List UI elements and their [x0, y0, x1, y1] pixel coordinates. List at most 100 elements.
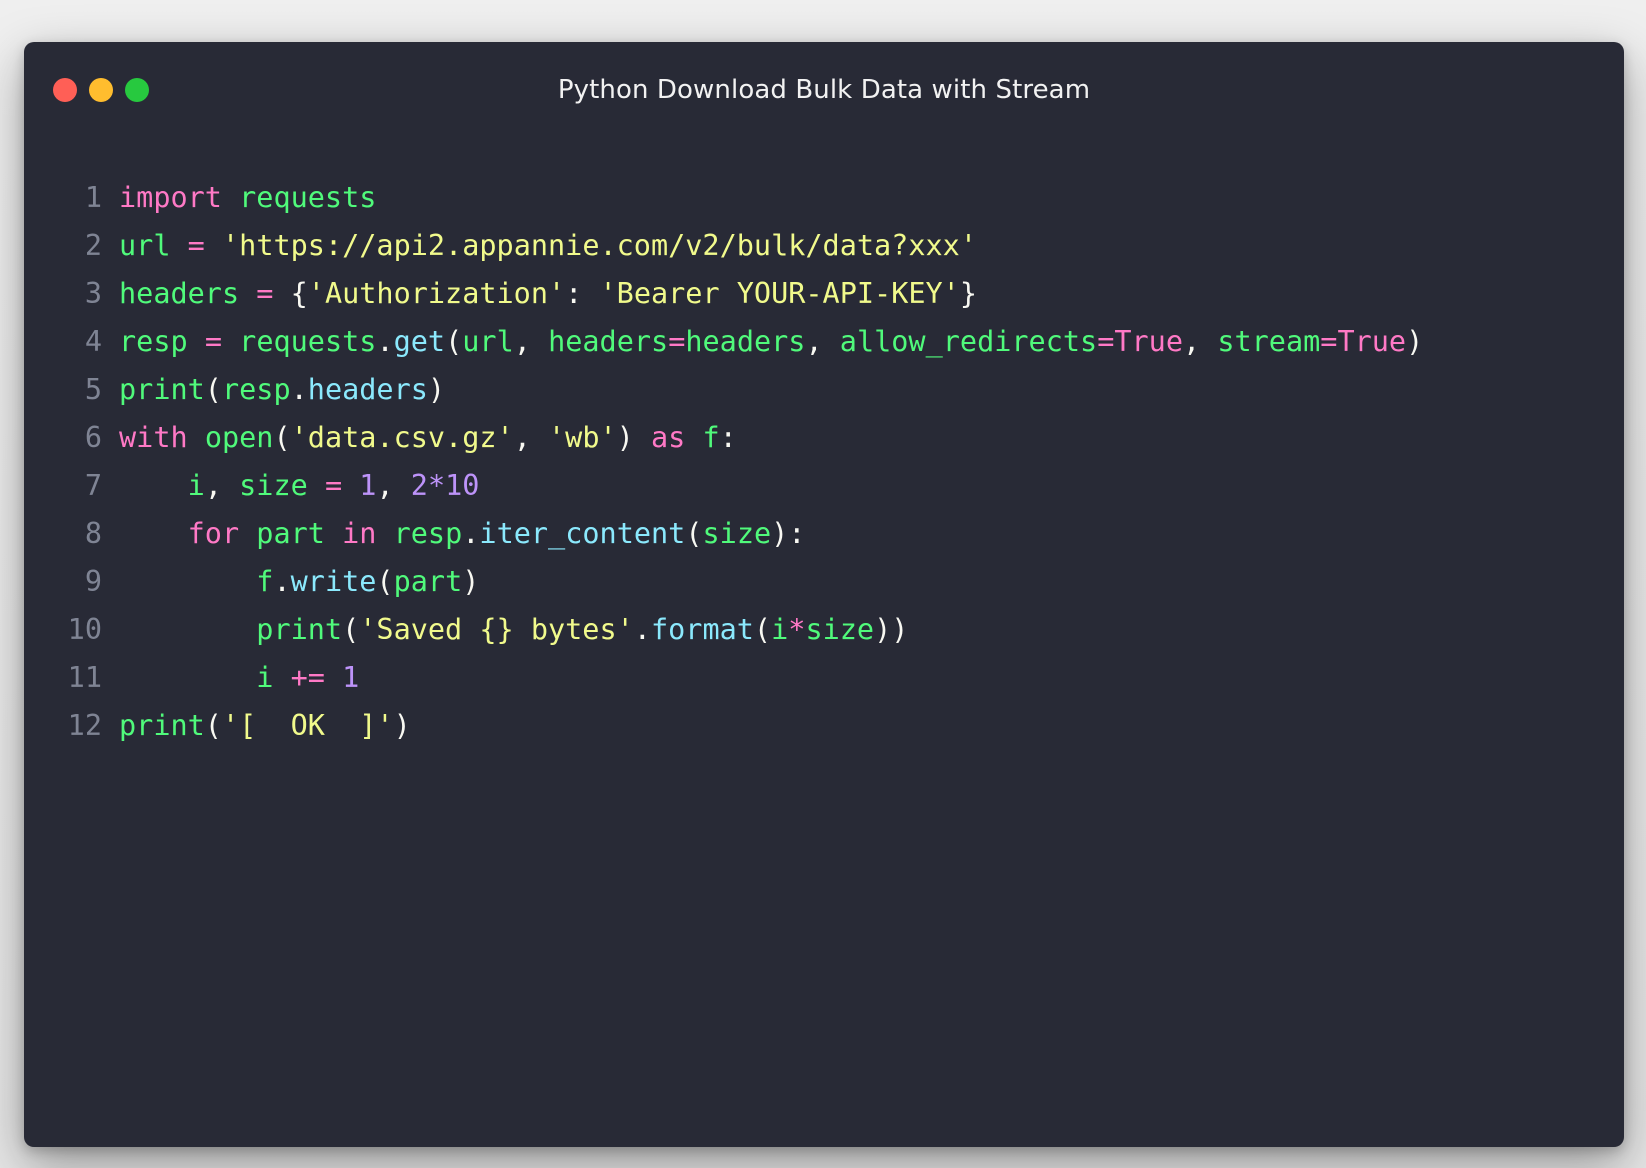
line-number: 9: [84, 565, 102, 598]
code-token: requests: [239, 325, 377, 358]
code-token: ): [427, 373, 446, 406]
code-token: part: [393, 565, 463, 598]
line-source: resp = requests.get(url, headers=headers…: [102, 318, 1423, 366]
code-token: i: [256, 661, 274, 694]
code-line: 10 print('Saved {} bytes'.format(i*size)…: [24, 606, 1624, 654]
line-source: headers = {'Authorization': 'Bearer YOUR…: [102, 270, 977, 318]
code-token: (: [445, 325, 463, 358]
code-line: 9 f.write(part): [24, 558, 1624, 606]
code-token: size: [805, 613, 875, 646]
code-token: import: [119, 181, 222, 214]
code-token: 1: [359, 469, 377, 502]
code-token: get: [393, 325, 446, 358]
code-editor[interactable]: 1 import requests 2 url = 'https://api2.app…: [24, 174, 1624, 750]
code-token: :: [719, 421, 737, 454]
code-token: url: [119, 229, 171, 262]
code-token: ,: [1183, 325, 1218, 358]
line-number: 7: [84, 469, 102, 502]
code-token: headers: [119, 277, 240, 310]
code-token: resp: [119, 325, 188, 358]
code-token: .: [462, 517, 480, 550]
line-number: 3: [84, 277, 102, 310]
code-token: .: [376, 325, 394, 358]
code-token: resp: [221, 373, 291, 406]
code-token: 'data.csv.gz': [290, 421, 514, 454]
code-token: print: [256, 613, 343, 646]
code-token: =: [324, 469, 343, 502]
line-source: i += 1: [102, 654, 359, 702]
code-token: (: [376, 565, 394, 598]
code-token: ,: [204, 469, 240, 502]
code-token: requests: [239, 181, 377, 214]
code-token: (: [685, 517, 703, 550]
code-line: 3 headers = {'Authorization': 'Bearer YOU…: [24, 270, 1624, 318]
line-number: 12: [67, 709, 102, 742]
code-token: i: [187, 469, 205, 502]
line-source: print('[ OK ]'): [102, 702, 411, 750]
code-token: (: [342, 613, 360, 646]
line-number: 10: [67, 613, 102, 646]
line-source: f.write(part): [102, 558, 479, 606]
code-token: ,: [513, 325, 549, 358]
code-token: .: [290, 373, 308, 406]
code-token: part: [256, 517, 325, 550]
window-title: Python Download Bulk Data with Stream: [557, 75, 1091, 105]
code-token: =: [1097, 325, 1115, 358]
code-token: .: [633, 613, 651, 646]
code-line: 2 url = 'https://api2.appannie.com/v2/bul…: [24, 222, 1624, 270]
code-token: (: [753, 613, 772, 646]
code-token: for: [187, 517, 240, 550]
code-token: (: [204, 373, 222, 406]
line-source: print('Saved {} bytes'.format(i*size)): [102, 606, 908, 654]
line-number: 4: [84, 325, 102, 358]
line-number: 2: [84, 229, 102, 262]
code-token: stream: [1217, 325, 1321, 358]
code-token: url: [462, 325, 514, 358]
code-token: ): [1406, 325, 1424, 358]
code-token: ,: [805, 325, 840, 358]
code-token: iter_content: [479, 517, 686, 550]
code-token: 'Authorization': [307, 277, 566, 310]
code-line: 6 with open('data.csv.gz', 'wb') as f:: [24, 414, 1624, 462]
code-token: {: [273, 277, 308, 310]
code-token: 2*10: [410, 469, 480, 502]
code-token: i: [771, 613, 789, 646]
line-number: 5: [84, 373, 102, 406]
code-token: =: [187, 229, 205, 262]
code-token: print: [119, 709, 205, 742]
line-number: 1: [84, 181, 102, 214]
code-token: =: [256, 277, 274, 310]
code-token: ): [616, 421, 651, 454]
title-bar: Python Download Bulk Data with Stream: [24, 42, 1624, 134]
code-token: open: [204, 421, 274, 454]
code-token: size: [702, 517, 772, 550]
code-line: 12 print('[ OK ]'): [24, 702, 1624, 750]
line-source: url = 'https://api2.appannie.com/v2/bulk…: [102, 222, 977, 270]
code-token: ,: [513, 421, 549, 454]
code-token: ):: [771, 517, 806, 550]
line-source: print(resp.headers): [102, 366, 445, 414]
code-token: =: [204, 325, 222, 358]
code-token: headers: [685, 325, 806, 358]
code-line: 7 i, size = 1, 2*10: [24, 462, 1624, 510]
code-token: resp: [393, 517, 463, 550]
code-token: True: [1114, 325, 1183, 358]
code-token: with: [119, 421, 188, 454]
code-token: :: [565, 277, 600, 310]
code-token: size: [239, 469, 308, 502]
code-token: ,: [376, 469, 411, 502]
line-number: 8: [84, 517, 102, 550]
code-line: 5 print(resp.headers): [24, 366, 1624, 414]
code-token: True: [1337, 325, 1407, 358]
line-number: 11: [67, 661, 102, 694]
